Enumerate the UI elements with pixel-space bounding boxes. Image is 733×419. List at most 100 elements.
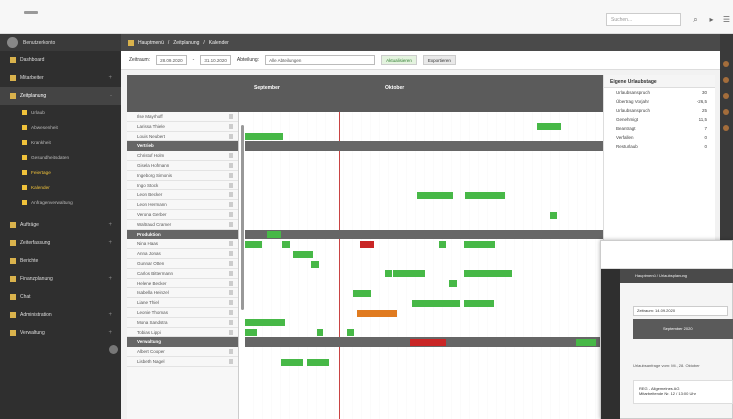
rail-icon[interactable] <box>723 125 729 131</box>
rail-icon[interactable] <box>723 77 729 83</box>
sidebar-item-label: Administration <box>20 312 52 318</box>
menu-icon[interactable]: ☰ <box>721 13 732 26</box>
search-icon[interactable]: ⌕ <box>690 13 701 26</box>
absence-bar[interactable] <box>267 231 281 239</box>
absence-bar[interactable] <box>576 338 596 346</box>
sidebar-item-scheduling[interactable]: Zeitplanung - <box>0 87 121 105</box>
employee-row[interactable]: Gisela Hofmann <box>127 161 238 171</box>
employee-row[interactable]: Leon Becker <box>127 190 238 201</box>
absence-bar[interactable] <box>245 133 283 141</box>
employee-row[interactable]: Tobias Lippi <box>127 328 238 338</box>
employee-row[interactable]: Albert Cooper <box>127 347 238 357</box>
expand-icon[interactable]: + <box>108 312 112 318</box>
absence-bar[interactable] <box>317 329 323 337</box>
absence-bar[interactable] <box>245 240 262 248</box>
sidebar-item-orders[interactable]: Aufträge + <box>0 216 121 234</box>
absence-bar[interactable] <box>464 270 512 278</box>
sidebar-item-health[interactable]: Gesundheitsdaten <box>0 150 121 165</box>
search-input[interactable]: Suchen... <box>606 13 681 26</box>
absence-bar[interactable] <box>353 289 371 297</box>
employee-row[interactable]: Carlos Bittermann <box>127 269 238 279</box>
sidebar-item-reports[interactable]: Berichte <box>0 252 121 270</box>
employee-row[interactable]: Lisbeth Nagel <box>127 357 238 367</box>
employee-row[interactable]: Waltraud Cramer <box>127 220 238 230</box>
employee-row[interactable]: Ingo Stock <box>127 181 238 191</box>
preview-date-input[interactable]: Zeitraum: 14.09.2020 <box>633 306 728 316</box>
sidebar-item-finance[interactable]: Finanzplanung + <box>0 270 121 288</box>
preview-card-subtitle: Mitarbeitende Nr. 12 / 13:00 Uhr <box>639 391 696 396</box>
absence-bar[interactable] <box>307 358 329 366</box>
employee-row[interactable]: Christof Holm <box>127 151 238 161</box>
employee-row[interactable]: Louis Neubert <box>127 132 238 142</box>
absence-bar[interactable] <box>465 191 505 199</box>
sidebar-item-vacation[interactable]: Urlaub <box>0 105 121 120</box>
absence-bar[interactable] <box>245 319 285 327</box>
absence-bar[interactable] <box>245 329 257 337</box>
employee-row[interactable]: Anna Jonas <box>127 249 238 259</box>
breadcrumb-section[interactable]: Zeitplanung <box>173 40 199 46</box>
expand-icon[interactable]: + <box>108 222 112 228</box>
employee-row[interactable]: Nina Haas <box>127 239 238 250</box>
department-select[interactable]: Alle Abteilungen <box>265 55 376 65</box>
date-to-input[interactable]: 31.10.2020 <box>200 55 231 65</box>
absence-bar[interactable] <box>464 240 495 248</box>
absence-bar[interactable] <box>282 240 290 248</box>
absence-bar[interactable] <box>293 250 313 258</box>
employee-row[interactable]: Isabella Heinzel <box>127 288 238 299</box>
employee-row[interactable]: Leonie Thomas <box>127 308 238 318</box>
sidebar-item-management[interactable]: Verwaltung + <box>0 324 121 342</box>
sidebar-item-dashboard[interactable]: Dashboard <box>0 51 121 69</box>
expand-icon[interactable]: + <box>108 240 112 246</box>
employee-row[interactable]: Ingeborg Simonis <box>127 171 238 181</box>
sidebar-item-chat[interactable]: Chat <box>0 288 121 306</box>
absence-bar[interactable] <box>417 191 453 199</box>
absence-bar[interactable] <box>449 280 457 288</box>
expand-icon[interactable]: + <box>108 276 112 282</box>
app-logo[interactable] <box>24 11 38 14</box>
user-profile[interactable]: Benutzerkonto <box>0 34 121 51</box>
employee-row[interactable]: Larissa Thiele <box>127 122 238 132</box>
absence-bar[interactable] <box>311 260 319 268</box>
date-from-input[interactable]: 28.09.2020 <box>156 55 187 65</box>
absence-bar[interactable] <box>281 358 303 366</box>
rail-icon[interactable] <box>723 61 729 67</box>
rail-icon[interactable] <box>723 109 729 115</box>
absence-bar[interactable] <box>439 240 446 248</box>
rail-icon[interactable] <box>723 93 729 99</box>
employee-row[interactable]: Verona Gerber <box>127 210 238 220</box>
sidebar-item-time-tracking[interactable]: Zeiterfassung + <box>0 234 121 252</box>
absence-bar[interactable] <box>537 123 561 131</box>
employee-row[interactable]: Leon Hermann <box>127 200 238 210</box>
breadcrumb-home[interactable]: Hauptmenü <box>138 40 164 46</box>
absence-bar[interactable] <box>385 270 392 278</box>
sidebar-item-requests[interactable]: Anfragenverwaltung <box>0 195 121 210</box>
absence-bar[interactable] <box>347 329 354 337</box>
refresh-button[interactable]: Aktualisieren <box>381 55 417 65</box>
employee-row[interactable]: Mona Sandstra <box>127 318 238 328</box>
sidebar-item-calendar[interactable]: Kalender <box>0 180 121 195</box>
absence-bar[interactable] <box>464 299 494 307</box>
employee-row[interactable]: Gunnar Otten <box>127 259 238 269</box>
export-button[interactable]: Exportieren <box>422 55 456 65</box>
sidebar-item-absence[interactable]: Abwesenheit <box>0 120 121 135</box>
absence-bar[interactable] <box>360 240 374 248</box>
sidebar-item-holidays[interactable]: Feiertage <box>0 165 121 180</box>
absence-bar[interactable] <box>357 309 397 317</box>
absence-bar[interactable] <box>393 270 425 278</box>
collapse-icon[interactable]: - <box>110 93 112 99</box>
sidebar-item-sickness[interactable]: Krankheit <box>0 135 121 150</box>
sidebar-item-admin[interactable]: Administration + <box>0 306 121 324</box>
preview-card[interactable]: REG - Allgemeines AG Mitarbeitende Nr. 12… <box>633 380 733 404</box>
absence-bar[interactable] <box>550 211 557 219</box>
vertical-scrollbar[interactable] <box>241 125 244 310</box>
expand-icon[interactable]: + <box>108 75 112 81</box>
sidebar-item-employees[interactable]: Mitarbeiter + <box>0 69 121 87</box>
employee-row[interactable]: Helene Becker <box>127 279 238 289</box>
absence-bar[interactable] <box>412 299 460 307</box>
collapse-sidebar-button[interactable] <box>109 345 118 354</box>
employee-row[interactable]: Liane Thiel <box>127 298 238 308</box>
flag-icon[interactable]: ▸ <box>706 13 717 26</box>
employee-row[interactable]: Ilse Mayrhoff <box>127 112 238 122</box>
absence-bar[interactable] <box>410 338 446 346</box>
expand-icon[interactable]: + <box>108 330 112 336</box>
